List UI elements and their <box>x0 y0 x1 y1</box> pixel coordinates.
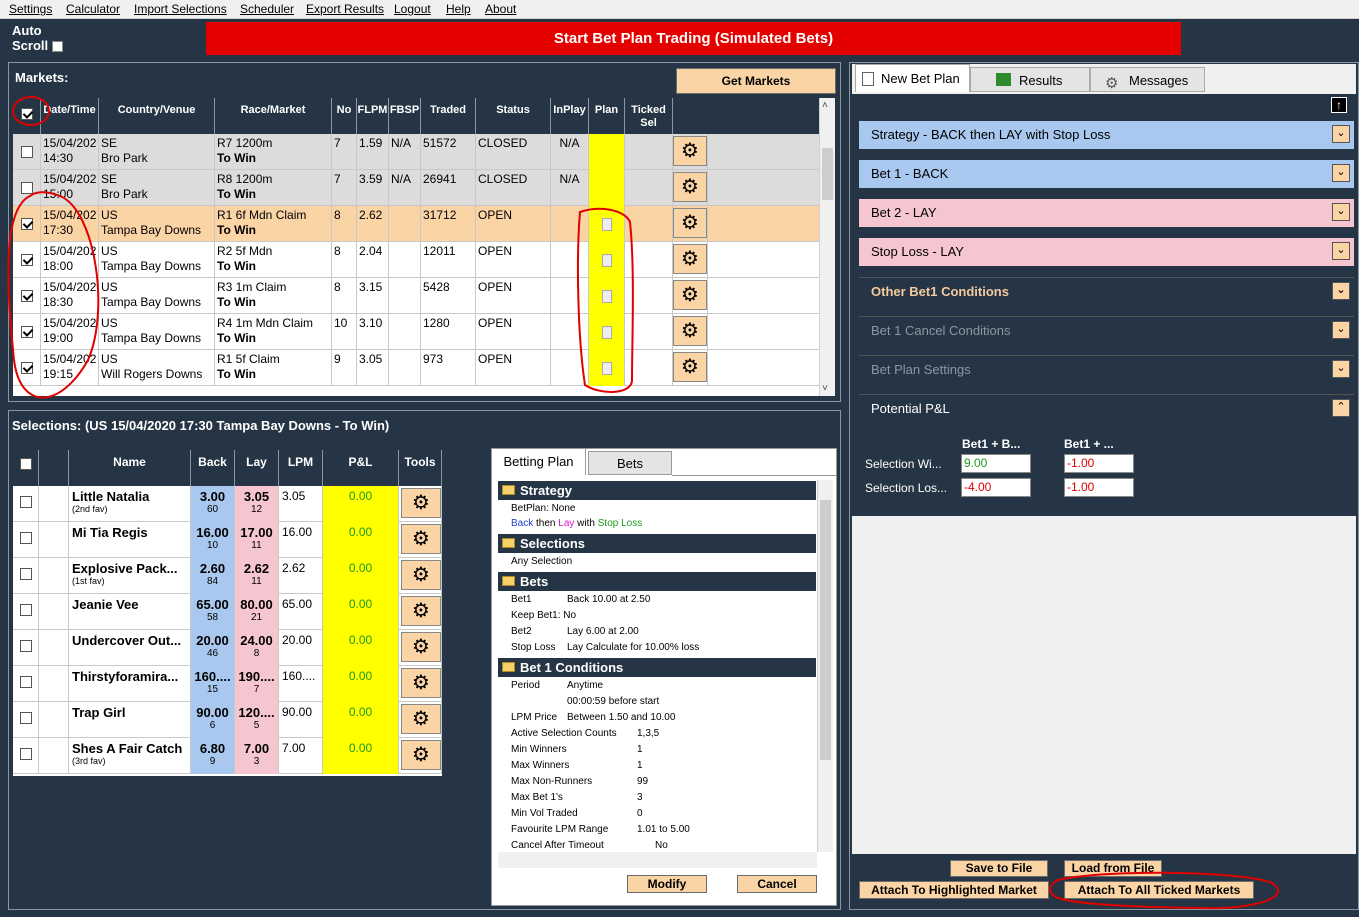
red-annotations <box>7 96 1280 910</box>
